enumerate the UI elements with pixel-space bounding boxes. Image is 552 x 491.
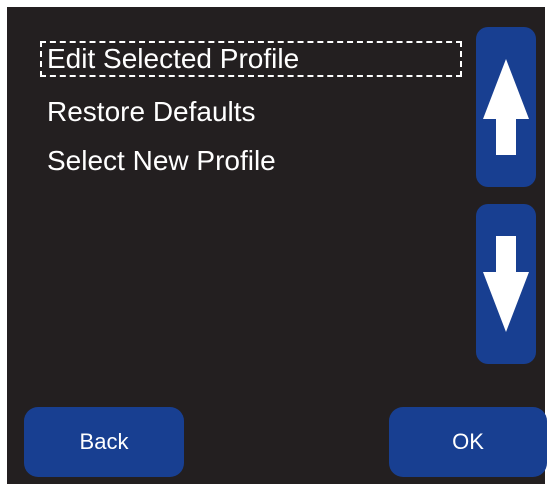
menu-item-label: Select New Profile [47,145,276,176]
menu-item-select-new-profile[interactable]: Select New Profile [47,145,276,177]
menu-item-label: Restore Defaults [47,96,256,127]
menu-item-edit-selected-profile[interactable]: Edit Selected Profile [40,41,462,77]
menu-item-label: Edit Selected Profile [47,43,300,74]
ok-button-label: OK [452,429,484,454]
back-button[interactable]: Back [24,407,184,477]
scroll-down-button[interactable] [476,204,536,364]
back-button-label: Back [79,429,129,454]
arrow-up-icon [483,59,529,155]
ok-button[interactable]: OK [389,407,547,477]
scroll-up-button[interactable] [476,27,536,187]
menu-item-restore-defaults[interactable]: Restore Defaults [47,96,256,128]
arrow-down-icon [483,236,529,332]
